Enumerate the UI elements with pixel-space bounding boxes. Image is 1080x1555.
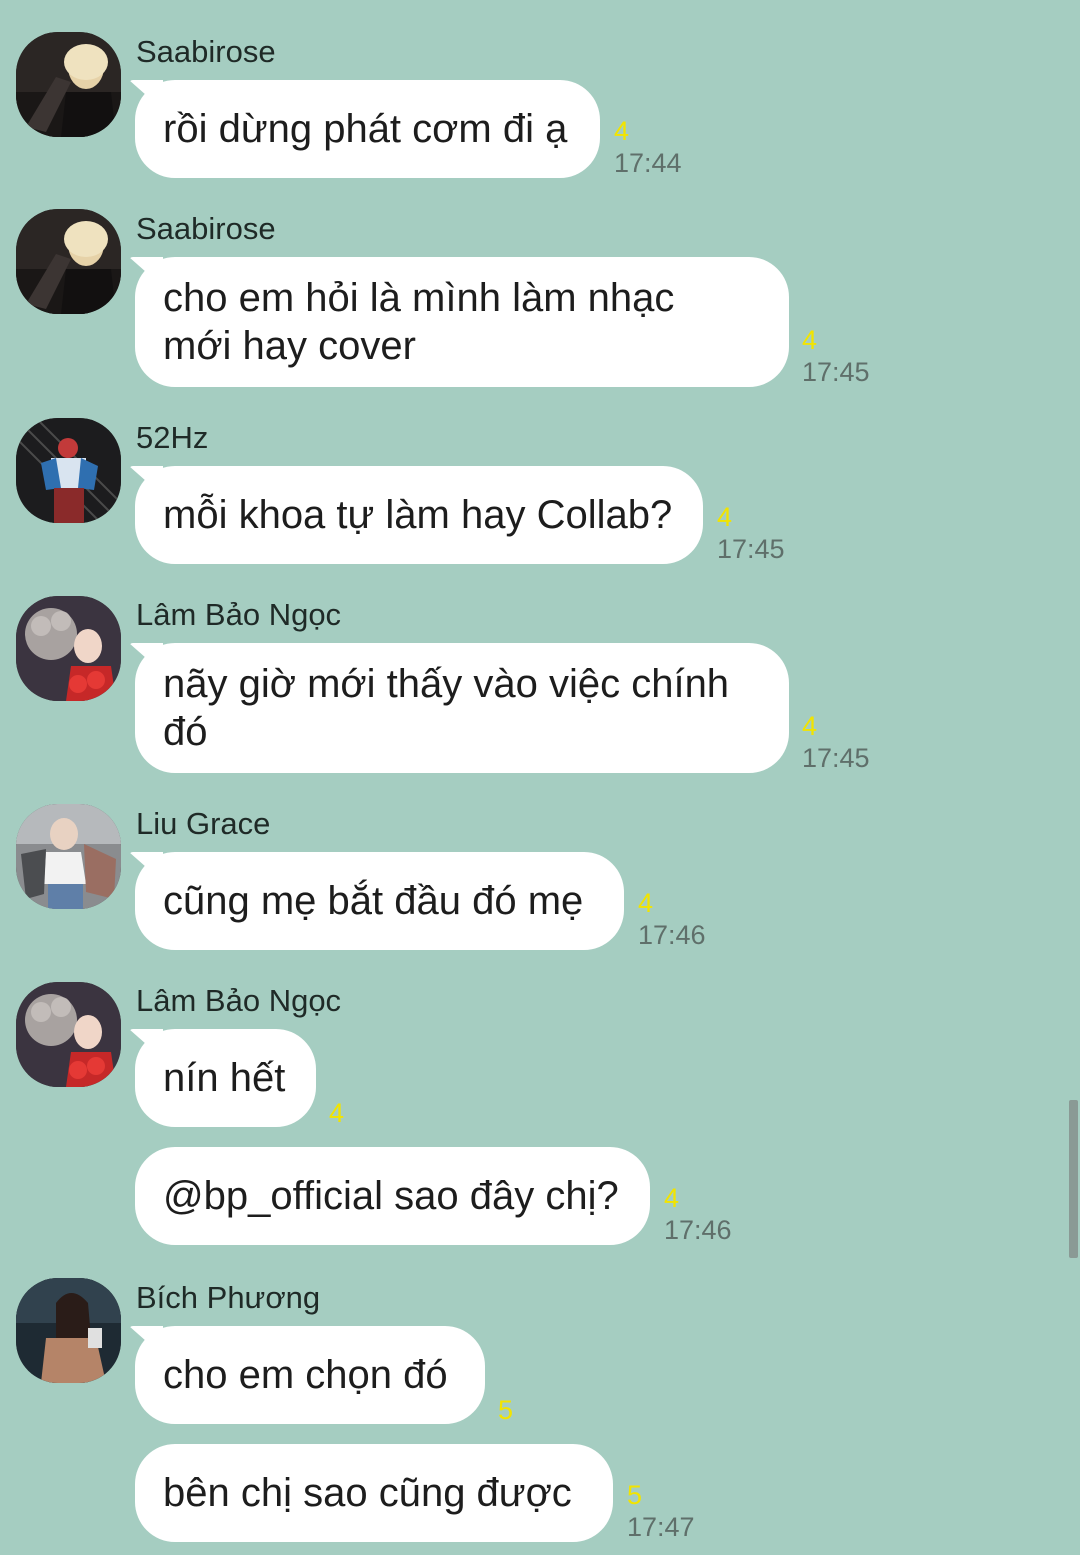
message-meta: 4 17:46 [664, 1182, 732, 1246]
sender-name: Liu Grace [136, 806, 271, 841]
seen-count: 4 [664, 1183, 680, 1213]
sender-name: Saabirose [136, 34, 276, 69]
message-bubble[interactable]: @bp_official sao đây chị? [135, 1147, 650, 1245]
sender-name: Bích Phương [136, 1280, 321, 1315]
message-text: @bp_official sao đây chị? [163, 1174, 619, 1218]
scrollbar-thumb[interactable] [1069, 1100, 1078, 1258]
message-bubble[interactable]: mỗi khoa tự làm hay Collab? [135, 466, 703, 564]
timestamp: 17:46 [664, 1215, 732, 1245]
sender-name: 52Hz [136, 420, 209, 455]
timestamp: 17:47 [627, 1512, 695, 1542]
timestamp: 17:45 [717, 534, 785, 564]
sender-avatar[interactable] [16, 982, 121, 1087]
message-text: mỗi khoa tự làm hay Collab? [163, 493, 673, 537]
sender-avatar[interactable] [16, 1278, 121, 1383]
message-meta: 4 [329, 1097, 344, 1129]
seen-count: 4 [802, 325, 818, 355]
message-bubble[interactable]: cũng mẹ bắt đầu đó mẹ [135, 852, 624, 950]
seen-count: 4 [802, 711, 818, 741]
message-bubble[interactable]: cho em hỏi là mình làm nhạc mới hay cove… [135, 257, 789, 387]
message-text: nín hết [163, 1056, 286, 1100]
timestamp: 17:46 [638, 920, 706, 950]
seen-count: 4 [329, 1098, 345, 1128]
seen-count: 4 [614, 116, 630, 146]
message-text: bên chị sao cũng được [163, 1471, 572, 1515]
seen-count: 4 [717, 502, 733, 532]
message-text: cũng mẹ bắt đầu đó mẹ [163, 879, 584, 923]
timestamp: 17:44 [614, 148, 682, 178]
message-text: cho em chọn đó [163, 1353, 448, 1397]
seen-count: 5 [627, 1480, 643, 1510]
sender-avatar[interactable] [16, 596, 121, 701]
message-meta: 4 17:45 [802, 710, 870, 774]
message-meta: 4 17:45 [717, 501, 785, 565]
sender-name: Lâm Bảo Ngọc [136, 983, 342, 1018]
sender-avatar[interactable] [16, 209, 121, 314]
timestamp: 17:45 [802, 743, 870, 773]
sender-name: Lâm Bảo Ngọc [136, 597, 342, 632]
message-meta: 4 17:44 [614, 115, 682, 179]
seen-count: 5 [498, 1395, 514, 1425]
message-text: rồi dừng phát cơm đi ạ [163, 107, 568, 151]
sender-avatar[interactable] [16, 804, 121, 909]
sender-avatar[interactable] [16, 32, 121, 137]
message-meta: 5 [498, 1394, 513, 1426]
message-text: cho em hỏi là mình làm nhạc mới hay cove… [163, 276, 675, 368]
message-bubble[interactable]: bên chị sao cũng được [135, 1444, 613, 1542]
message-meta: 4 17:45 [802, 324, 870, 388]
message-meta: 5 17:47 [627, 1479, 695, 1543]
timestamp: 17:45 [802, 357, 870, 387]
message-bubble[interactable]: nín hết [135, 1029, 316, 1127]
seen-count: 4 [638, 888, 654, 918]
message-bubble[interactable]: cho em chọn đó [135, 1326, 485, 1424]
sender-name: Saabirose [136, 211, 276, 246]
sender-avatar[interactable] [16, 418, 121, 523]
chat-message-list[interactable]: Saabirose rồi dừng phát cơm đi ạ 4 17:44… [0, 0, 1080, 1555]
message-bubble[interactable]: nãy giờ mới thấy vào việc chính đó [135, 643, 789, 773]
message-meta: 4 17:46 [638, 887, 706, 951]
message-text: nãy giờ mới thấy vào việc chính đó [163, 662, 730, 754]
message-bubble[interactable]: rồi dừng phát cơm đi ạ [135, 80, 600, 178]
